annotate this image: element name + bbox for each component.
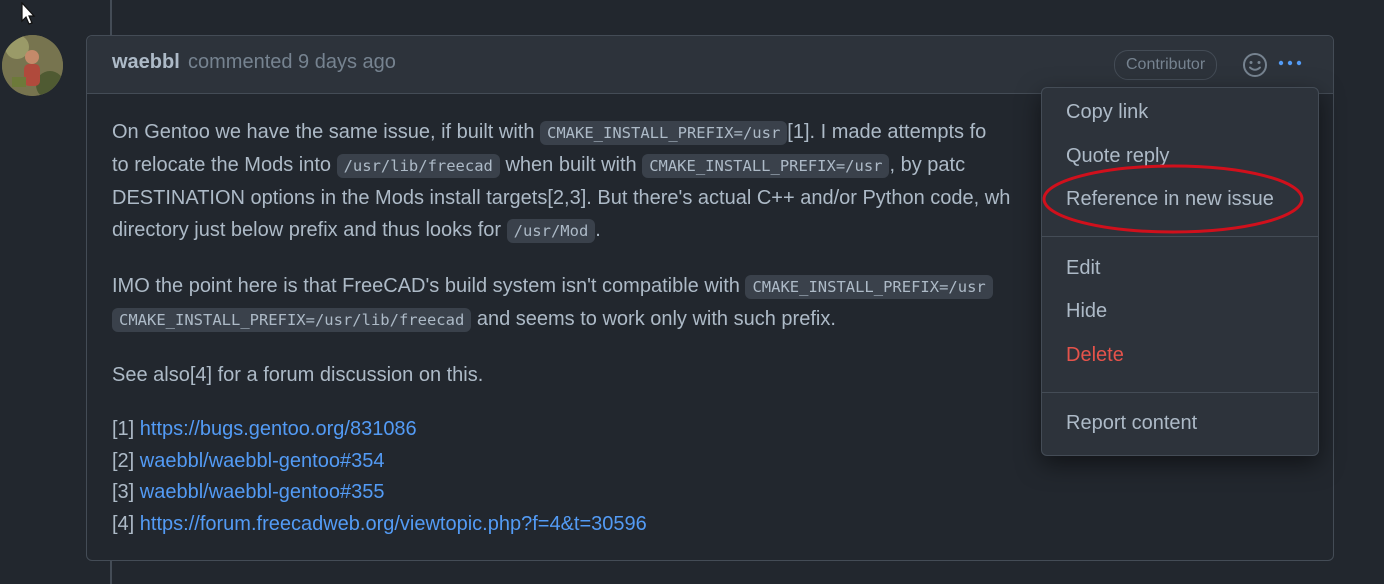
menu-item-delete[interactable]: Delete — [1066, 344, 1124, 367]
reference-item: [3] waebbl/waebbl-gentoo#355 — [112, 481, 385, 503]
kebab-horizontal-icon[interactable] — [1276, 53, 1304, 73]
menu-item-report-content[interactable]: Report content — [1066, 412, 1197, 435]
avatar[interactable] — [2, 35, 63, 96]
menu-item-edit[interactable]: Edit — [1066, 257, 1100, 280]
author-name[interactable]: waebbl — [112, 51, 180, 74]
inline-code: CMAKE_INSTALL_PREFIX=/usr/lib/freecad — [112, 308, 472, 332]
reference-link[interactable]: https://forum.freecadweb.org/viewtopic.p… — [140, 513, 647, 535]
reference-link[interactable]: waebbl/waebbl-gentoo#354 — [140, 450, 385, 472]
reference-link[interactable]: waebbl/waebbl-gentoo#355 — [140, 481, 385, 503]
mouse-pointer-icon — [21, 2, 36, 25]
inline-code: CMAKE_INSTALL_PREFIX=/usr — [745, 275, 993, 299]
inline-code: CMAKE_INSTALL_PREFIX=/usr — [540, 121, 788, 145]
comment-header: waebbl commented 9 days ago Contributor — [87, 36, 1333, 94]
inline-code: /usr/lib/freecad — [336, 154, 500, 178]
menu-item-copy-link[interactable]: Copy link — [1066, 101, 1148, 124]
reference-link[interactable]: https://bugs.gentoo.org/831086 — [140, 418, 417, 440]
comment-options-menu: Copy link Quote reply Reference in new i… — [1041, 87, 1319, 456]
menu-item-quote-reply[interactable]: Quote reply — [1066, 145, 1169, 168]
smiley-icon[interactable] — [1242, 52, 1268, 78]
comment-timestamp[interactable]: commented 9 days ago — [188, 51, 396, 74]
inline-code: /usr/Mod — [506, 219, 596, 243]
menu-divider — [1042, 236, 1318, 237]
menu-item-reference-in-new-issue[interactable]: Reference in new issue — [1066, 188, 1274, 211]
menu-divider — [1042, 392, 1318, 393]
reference-item: [4] https://forum.freecadweb.org/viewtop… — [112, 512, 647, 535]
contributor-badge: Contributor — [1114, 50, 1218, 80]
menu-item-hide[interactable]: Hide — [1066, 300, 1107, 323]
inline-code: CMAKE_INSTALL_PREFIX=/usr — [642, 154, 890, 178]
